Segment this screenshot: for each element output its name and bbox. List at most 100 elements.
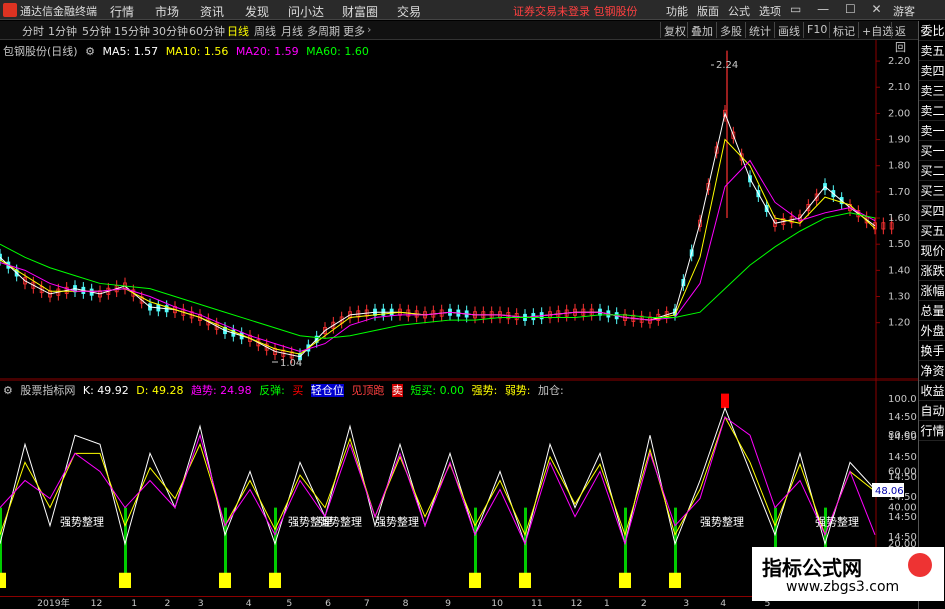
legend-ma20: MA20: 1.59	[235, 45, 299, 58]
period-toolbar: 分时 1分钟 5分钟 15分钟 30分钟 60分钟 日线 周线 月线 多周期 更…	[0, 21, 918, 54]
guest-label[interactable]: 游客	[893, 3, 915, 19]
price-chart[interactable]: 2.20 2.10 2.00 1.90 1.80 1.70 1.60 1.50 1.40 1.30…	[0, 40, 918, 380]
period-15min[interactable]: 15分钟	[114, 23, 150, 39]
period-1min[interactable]: 1分钟	[48, 23, 77, 39]
buy-marker	[519, 572, 531, 588]
price-tick-label: 1.60	[888, 213, 910, 224]
menu-function[interactable]: 功能	[666, 3, 688, 19]
strong-consolidation-label: 强势整理	[375, 515, 419, 529]
btn-f10[interactable]: F10	[803, 22, 830, 38]
ma-line-ma60	[0, 212, 876, 339]
x-axis-label: 9	[445, 598, 451, 609]
title-bar: 通达信金融终端 行情 市场 资讯 发现 问小达 财富圈 交易 证券交易未登录 包…	[0, 0, 945, 20]
period-60min[interactable]: 60分钟	[189, 23, 225, 39]
side-item[interactable]: 卖一	[919, 121, 945, 141]
side-item[interactable]: 行情	[919, 421, 945, 441]
buy-marker	[119, 572, 131, 588]
side-item[interactable]: 买三	[919, 181, 945, 201]
menu-options[interactable]: 选项	[759, 3, 781, 19]
side-item[interactable]: 卖四	[919, 61, 945, 81]
side-item[interactable]: 净资	[919, 361, 945, 381]
side-item[interactable]: 卖二	[919, 101, 945, 121]
legend-title: 包钢股份(日线)	[3, 45, 78, 58]
btn-mark[interactable]: 标记	[829, 22, 858, 38]
x-axis-label: 1	[131, 598, 137, 609]
period-monthly[interactable]: 月线	[281, 23, 303, 39]
ma-line-ma5	[0, 111, 876, 358]
price-tick-label: 1.20	[888, 318, 910, 329]
ind-sell: 卖	[391, 384, 403, 397]
price-tick-label: 1.50	[888, 239, 910, 250]
x-axis-label: 8	[403, 598, 409, 609]
menu-ask[interactable]: 问小达	[288, 3, 324, 20]
side-item[interactable]: 买五	[919, 221, 945, 241]
period-multi[interactable]: 多周期	[307, 23, 340, 39]
btn-stats[interactable]: 统计	[745, 22, 774, 38]
ind-rebound: 反弹:	[259, 384, 285, 397]
btn-overlay[interactable]: 叠加	[687, 22, 716, 38]
settings-gear-icon[interactable]: ⚙	[3, 384, 13, 397]
btn-back[interactable]: 返回	[891, 22, 918, 54]
time-tick-label: 14:50	[888, 532, 917, 543]
menu-quotes[interactable]: 行情	[110, 3, 134, 20]
menu-layout[interactable]: 版面	[697, 3, 719, 19]
menu-market[interactable]: 市场	[155, 3, 179, 20]
window-controls[interactable]: ▭ — ☐ ✕	[790, 2, 888, 16]
btn-multi-stock[interactable]: 多股	[716, 22, 745, 38]
legend-ma5: MA5: 1.57	[102, 45, 159, 58]
site-watermark: 指标公式网 www.zbgs3.com	[752, 547, 944, 601]
price-tick-label: 1.70	[888, 187, 910, 198]
menu-news[interactable]: 资讯	[200, 3, 224, 20]
buy-marker	[219, 572, 231, 588]
period-more[interactable]: 更多	[343, 23, 365, 39]
x-axis-label: 2	[641, 598, 647, 609]
menu-wealth[interactable]: 财富圈	[342, 3, 378, 20]
x-axis-label: 2	[165, 598, 171, 609]
period-fenshi[interactable]: 分时	[22, 23, 44, 39]
chevron-down-icon[interactable]: ›	[367, 23, 371, 36]
ind-add: 加仓:	[538, 384, 564, 397]
x-axis-label: 2019年	[37, 597, 70, 609]
x-axis-label: 7	[364, 598, 370, 609]
strong-consolidation-label: 强势整理	[60, 515, 104, 529]
time-tick-label: 14:50	[888, 472, 917, 483]
period-5min[interactable]: 5分钟	[82, 23, 111, 39]
side-item[interactable]: 买二	[919, 161, 945, 181]
side-item[interactable]: 涨跌	[919, 261, 945, 281]
signal-bar	[224, 507, 227, 580]
side-item[interactable]: 卖五	[919, 41, 945, 61]
side-item[interactable]: 卖三	[919, 81, 945, 101]
side-item[interactable]: 收益	[919, 381, 945, 401]
login-notice[interactable]: 证券交易未登录 包钢股份	[513, 3, 638, 19]
ma-lines	[0, 111, 876, 358]
ind-strong: 强势:	[471, 384, 498, 397]
period-weekly[interactable]: 周线	[254, 23, 276, 39]
side-item[interactable]: 委比	[919, 21, 945, 41]
btn-adjust[interactable]: 复权	[660, 22, 689, 38]
settings-gear-icon[interactable]: ⚙	[85, 45, 95, 58]
price-tick-label: 1.90	[888, 135, 910, 146]
x-axis-label: 12	[571, 598, 583, 609]
menu-formula[interactable]: 公式	[728, 3, 750, 19]
side-item[interactable]: 换手	[919, 341, 945, 361]
ind-short-buy: 短买: 0.00	[410, 384, 465, 397]
side-item[interactable]: 买四	[919, 201, 945, 221]
legend-ma10: MA10: 1.56	[165, 45, 229, 58]
buy-marker	[0, 572, 6, 588]
btn-draw[interactable]: 画线	[774, 22, 803, 38]
top-marker	[721, 393, 729, 409]
period-30min[interactable]: 30分钟	[152, 23, 188, 39]
ind-name: 股票指标网	[20, 384, 76, 397]
menu-trade[interactable]: 交易	[397, 3, 421, 20]
side-item[interactable]: 现价	[919, 241, 945, 261]
side-item[interactable]: 外盘	[919, 321, 945, 341]
side-item[interactable]: 涨幅	[919, 281, 945, 301]
x-axis-label: 11	[531, 598, 543, 609]
menu-discover[interactable]: 发现	[245, 3, 269, 20]
side-item[interactable]: 自动	[919, 401, 945, 421]
x-axis-label: 6	[325, 598, 331, 609]
period-daily[interactable]: 日线	[227, 23, 249, 39]
ma-line-ma20	[0, 159, 876, 352]
side-item[interactable]: 买一	[919, 141, 945, 161]
side-item[interactable]: 总量	[919, 301, 945, 321]
